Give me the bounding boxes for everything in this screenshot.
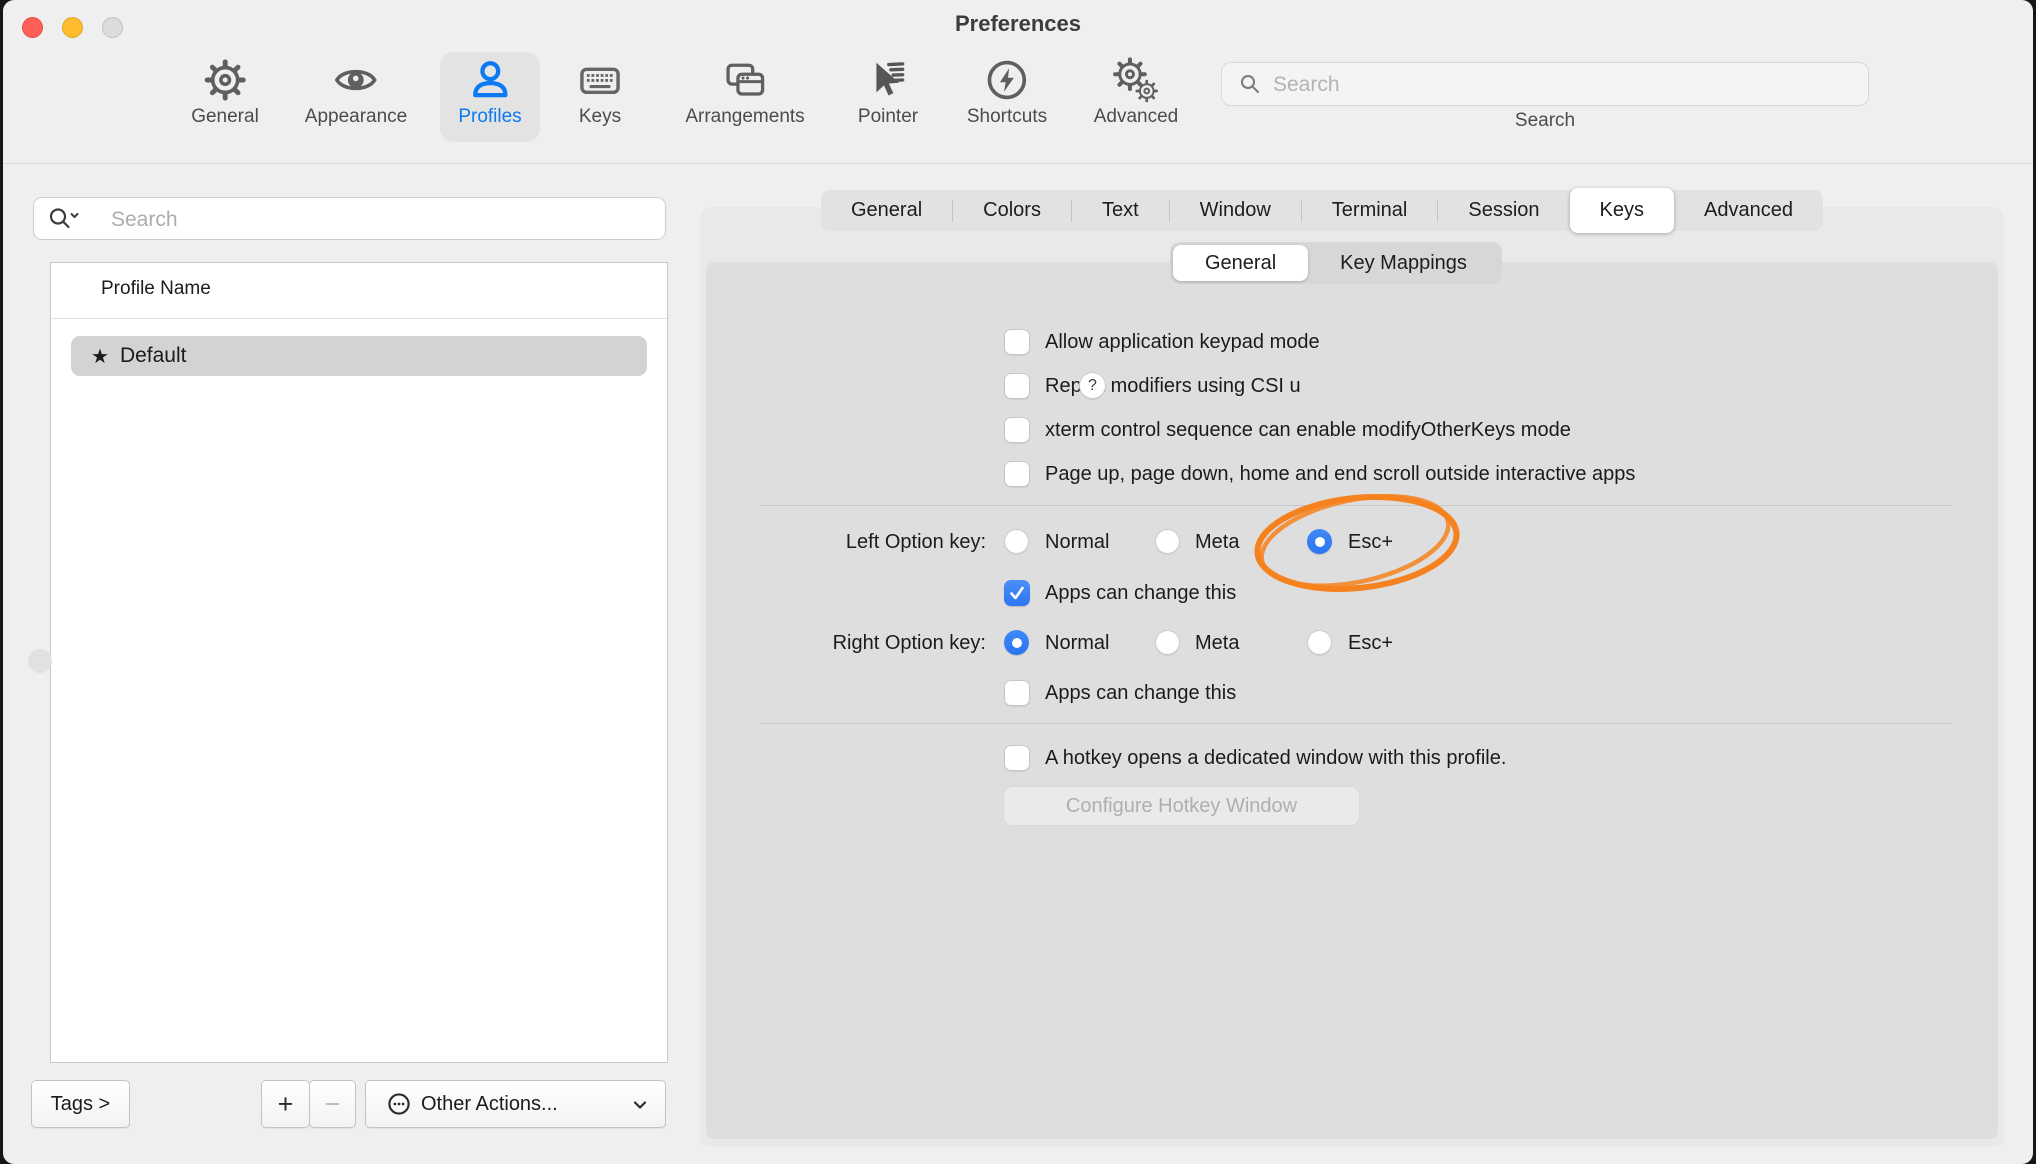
profile-row-default[interactable]: ★ Default — [71, 336, 647, 376]
toolbar-item-general[interactable]: General — [191, 57, 259, 128]
tags-button[interactable]: Tags > — [31, 1080, 130, 1128]
profile-list-column-header: Profile Name — [101, 278, 211, 300]
search-icon — [1239, 73, 1261, 95]
toolbar-item-label: Appearance — [305, 106, 407, 128]
tab-advanced[interactable]: Advanced — [1674, 190, 1823, 231]
other-actions-popup[interactable]: Other Actions... — [365, 1080, 666, 1128]
right-option-normal-radio[interactable] — [1004, 630, 1029, 655]
other-actions-label: Other Actions... — [421, 1093, 558, 1116]
toolbar-item-label: Keys — [579, 106, 621, 128]
right-option-esc-radio[interactable] — [1307, 630, 1332, 655]
section-divider — [760, 723, 1953, 724]
toolbar-item-keys[interactable]: Keys — [577, 57, 623, 128]
panel-resize-dot[interactable] — [28, 649, 52, 673]
lightning-icon — [984, 57, 1030, 103]
toolbar-item-label: Profiles — [458, 106, 521, 128]
left-apps-can-change-checkbox[interactable] — [1004, 580, 1030, 606]
configure-hotkey-window-button[interactable]: Configure Hotkey Window — [1003, 786, 1360, 826]
subtab-general[interactable]: General — [1173, 245, 1308, 281]
keys-subtab-bar: General Key Mappings — [1170, 242, 1502, 284]
left-option-key-label: Left Option key: — [703, 529, 986, 555]
keys-general-pane — [706, 262, 1998, 1139]
toolbar-search-field[interactable] — [1221, 62, 1869, 106]
add-profile-button[interactable]: + — [261, 1080, 310, 1128]
toolbar-item-label: Shortcuts — [967, 106, 1047, 128]
remove-profile-button[interactable]: − — [309, 1080, 356, 1128]
profile-search-input[interactable] — [109, 197, 653, 242]
toolbar-item-label: Arrangements — [685, 106, 804, 128]
default-star-icon: ★ — [91, 344, 109, 369]
tab-colors[interactable]: Colors — [953, 190, 1071, 231]
toolbar-item-pointer[interactable]: Pointer — [858, 57, 918, 128]
checkbox-csi-u[interactable] — [1004, 373, 1030, 399]
radio-label: Normal — [1045, 630, 1109, 656]
toolbar-divider — [3, 163, 2033, 164]
toolbar-item-advanced[interactable]: Advanced — [1094, 57, 1179, 128]
checkbox-label: Allow application keypad mode — [1045, 329, 1320, 355]
header-divider — [51, 318, 667, 319]
tab-session[interactable]: Session — [1438, 190, 1569, 231]
radio-label: Esc+ — [1348, 630, 1393, 656]
checkbox-label: Apps can change this — [1045, 580, 1236, 606]
checkbox-label: xterm control sequence can enable modify… — [1045, 417, 1571, 443]
chevron-down-icon — [632, 1099, 648, 1111]
toolbar-item-label: Pointer — [858, 106, 918, 128]
preferences-window: Preferences General Appearance Profiles — [3, 0, 2033, 1164]
left-option-normal-radio[interactable] — [1004, 529, 1029, 554]
radio-label: Meta — [1195, 630, 1239, 656]
profile-list: Profile Name ★ Default — [50, 262, 668, 1063]
checkbox-label: Page up, page down, home and end scroll … — [1045, 461, 1635, 487]
right-apps-can-change-checkbox[interactable] — [1004, 680, 1030, 706]
radio-label: Meta — [1195, 529, 1239, 555]
checkbox-scroll-outside-apps[interactable] — [1004, 461, 1030, 487]
toolbar-item-appearance[interactable]: Appearance — [305, 57, 407, 128]
subtab-key-mappings[interactable]: Key Mappings — [1308, 245, 1499, 281]
check-icon — [1007, 583, 1027, 603]
toolbar-item-profiles[interactable]: Profiles — [458, 57, 521, 128]
toolbar-item-label: General — [191, 106, 259, 128]
window-title: Preferences — [3, 11, 2033, 37]
screenshot: Preferences General Appearance Profiles — [0, 0, 2036, 1164]
toolbar-item-shortcuts[interactable]: Shortcuts — [967, 57, 1047, 128]
gear-icon — [202, 57, 248, 103]
tab-terminal[interactable]: Terminal — [1302, 190, 1438, 231]
toolbar-search-input[interactable] — [1271, 62, 1855, 108]
checkbox-keypad-mode[interactable] — [1004, 329, 1030, 355]
cursor-icon — [865, 57, 911, 103]
tab-keys[interactable]: Keys — [1570, 188, 1674, 233]
person-icon — [467, 57, 513, 103]
left-option-esc-radio[interactable] — [1307, 529, 1332, 554]
minus-icon: − — [325, 1091, 341, 1118]
profile-name: Default — [120, 344, 187, 368]
hotkey-window-checkbox[interactable] — [1004, 745, 1030, 771]
toolbar-search-label: Search — [1221, 110, 1869, 132]
right-option-meta-radio[interactable] — [1155, 630, 1180, 655]
tab-window[interactable]: Window — [1170, 190, 1301, 231]
right-option-key-label: Right Option key: — [703, 630, 986, 656]
windows-icon — [722, 57, 768, 103]
checkbox-modify-other-keys[interactable] — [1004, 417, 1030, 443]
radio-label: Esc+ — [1348, 529, 1393, 555]
tab-general[interactable]: General — [821, 190, 952, 231]
eye-icon — [333, 57, 379, 103]
tab-text[interactable]: Text — [1072, 190, 1169, 231]
checkbox-label: A hotkey opens a dedicated window with t… — [1045, 745, 1506, 771]
ellipsis-circle-icon — [387, 1092, 411, 1116]
radio-label: Normal — [1045, 529, 1109, 555]
checkbox-label: Apps can change this — [1045, 680, 1236, 706]
toolbar-item-arrangements[interactable]: Arrangements — [685, 57, 804, 128]
profile-tab-bar: General Colors Text Window Terminal Sess… — [821, 190, 1823, 231]
section-divider — [760, 505, 1953, 506]
double-gear-icon — [1113, 57, 1159, 103]
plus-icon: + — [278, 1091, 294, 1118]
profile-search-field[interactable] — [33, 197, 666, 240]
toolbar-item-label: Advanced — [1094, 106, 1179, 128]
help-button[interactable]: ? — [1079, 372, 1106, 399]
left-option-meta-radio[interactable] — [1155, 529, 1180, 554]
keyboard-icon — [577, 57, 623, 103]
search-menu-icon — [47, 206, 83, 231]
tags-button-label: Tags > — [51, 1093, 110, 1116]
